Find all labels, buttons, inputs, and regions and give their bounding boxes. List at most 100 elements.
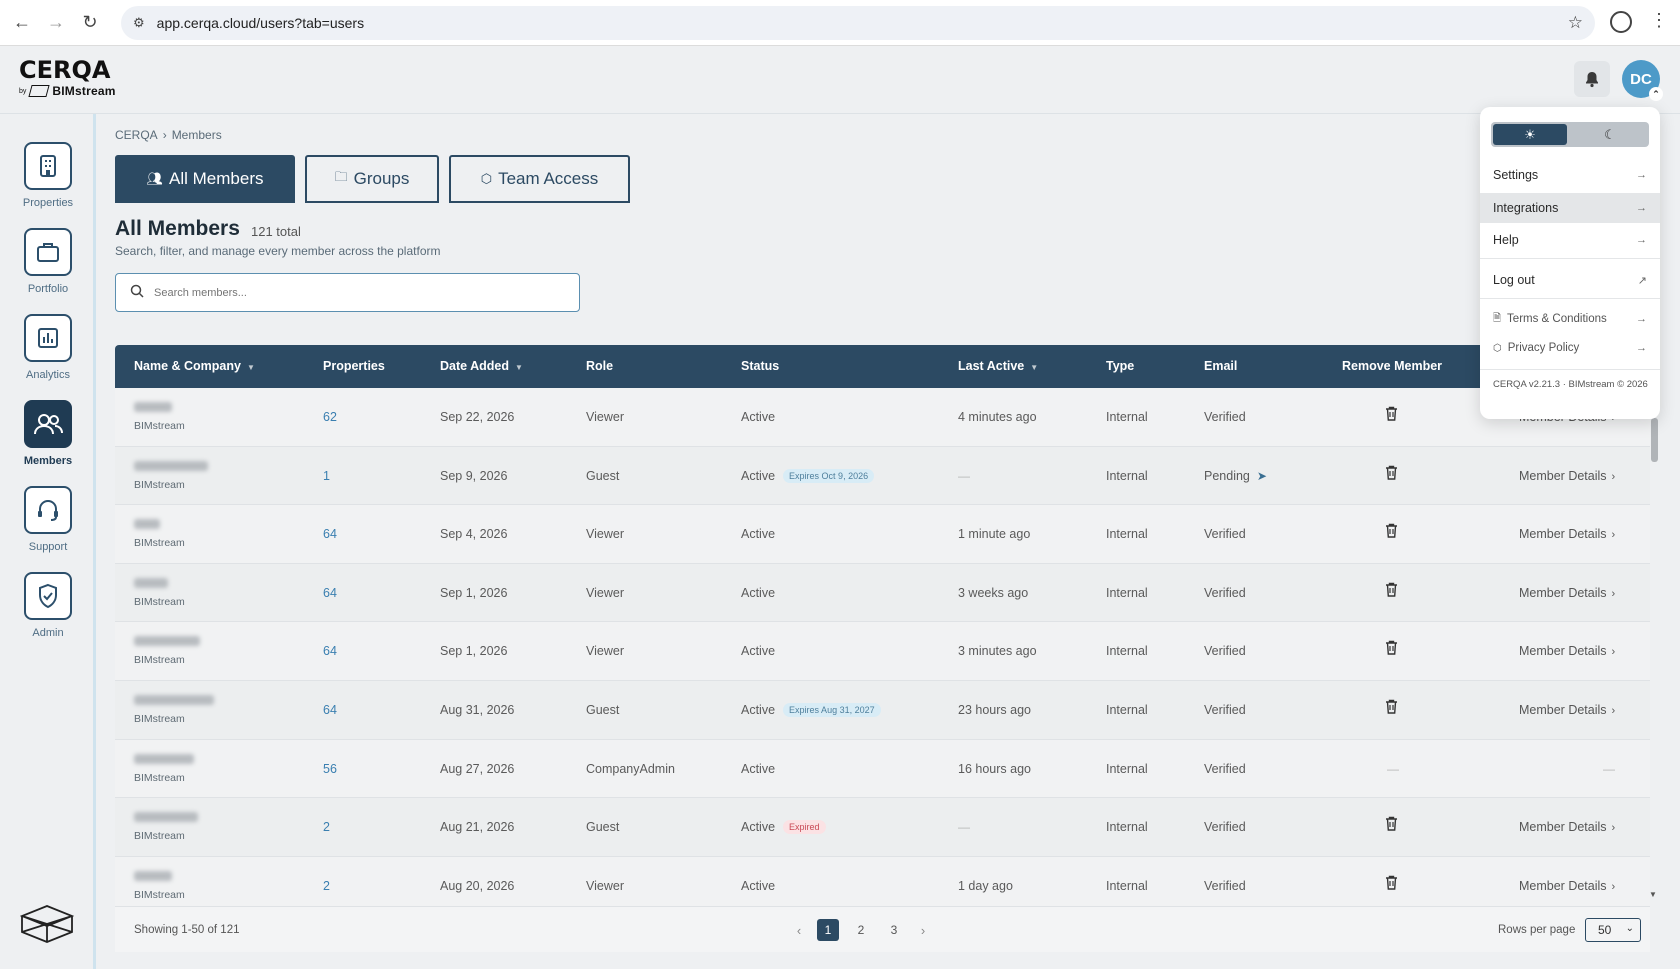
page-button[interactable]: 2 [850,919,872,941]
table-row[interactable]: BIMstream 64 Aug 31, 2026 Guest Active Expire… [115,680,1650,740]
trash-icon[interactable] [1385,523,1398,542]
site-info-icon[interactable]: ⚙ [133,15,145,31]
email-status-text: Verified [1204,527,1246,542]
sidebar-item-admin[interactable]: Admin [0,572,96,639]
table-row[interactable]: BIMstream 1 Sep 9, 2026 Guest Active Expires … [115,446,1650,506]
chevron-down-icon: ⌄ [1625,923,1634,934]
scroll-down-arrow-icon[interactable]: ▼ [1649,890,1657,899]
trash-icon[interactable] [1385,699,1398,718]
member-company: BIMstream [134,888,185,901]
member-properties-link[interactable]: 2 [323,820,330,834]
member-type: Internal [1106,761,1148,776]
trash-icon[interactable] [1385,582,1398,601]
member-details-link[interactable]: Member Details › [1519,527,1615,541]
page-button[interactable]: 1 [817,919,839,941]
chevron-right-icon: › [1611,822,1616,835]
sidebar-item-members[interactable]: Members [0,400,96,467]
search-input[interactable] [154,286,554,299]
sidebar-item-support[interactable]: Support [0,486,96,553]
next-page-button[interactable]: › [916,919,930,941]
table-body: BIMstream 62 Sep 22, 2026 Viewer Active 4 min… [115,388,1650,916]
menu-label: Integrations [1493,201,1559,215]
table-row[interactable]: BIMstream 64 Sep 1, 2026 Viewer Active 3 week… [115,563,1650,623]
trash-icon[interactable] [1385,816,1398,835]
column-header-name[interactable]: Name & Company ▼ [134,359,255,373]
status-text: Active [741,527,776,542]
table-row[interactable]: BIMstream 56 Aug 27, 2026 CompanyAdmin Activ… [115,739,1650,799]
tab-team-access[interactable]: ⬡ Team Access [449,155,630,203]
table-row[interactable]: BIMstream 62 Sep 22, 2026 Viewer Active 4 min… [115,388,1650,447]
reload-icon[interactable]: ↻ [78,11,102,35]
member-details-link[interactable]: Member Details › [1519,469,1615,483]
menu-item-terms[interactable]: 🗎 Terms & Conditions → [1480,304,1660,334]
table-row[interactable]: BIMstream 2 Aug 21, 2026 Guest Active Expired… [115,798,1650,857]
member-properties-link[interactable]: 64 [323,586,337,600]
trash-icon[interactable] [1385,875,1398,894]
member-role: Viewer [586,585,624,600]
member-properties-link[interactable]: 64 [323,527,337,541]
column-header-remove-member: Remove Member [1342,359,1443,373]
redacted-name [134,870,172,881]
trash-icon[interactable] [1385,465,1398,484]
bookmark-star-icon[interactable]: ☆ [1568,13,1583,33]
trash-icon[interactable] [1385,406,1398,425]
breadcrumb-root[interactable]: CERQA [115,128,158,142]
member-properties-link[interactable]: 64 [323,703,337,717]
member-details-link[interactable]: Member Details › [1519,703,1615,717]
member-details-link[interactable]: Member Details › [1519,820,1615,834]
trash-icon[interactable] [1385,640,1398,659]
member-properties-link[interactable]: 64 [323,644,337,658]
browser-profile-icon[interactable] [1610,11,1632,33]
menu-item-help[interactable]: Help → [1480,225,1660,255]
resend-invite-icon[interactable]: ➤ [1257,469,1267,483]
menu-divider [1480,258,1660,259]
member-last-active: 1 day ago [958,878,1013,893]
tab-groups[interactable]: 🗀 Groups [305,155,439,203]
document-icon: 🗎 [1493,312,1502,324]
member-properties-link[interactable]: 62 [323,410,337,424]
sidebar-label-admin: Admin [32,627,64,639]
column-header-last-active[interactable]: Last Active ▼ [958,359,1038,373]
member-properties-link[interactable]: 1 [323,469,330,483]
scrollbar-thumb[interactable] [1651,418,1658,462]
browser-menu-icon[interactable]: ⋮ [1650,10,1668,31]
status-text: Active [741,410,776,424]
details-label: Member Details [1519,878,1607,893]
users-icon [24,400,72,448]
previous-page-button[interactable]: ‹ [792,919,806,941]
url-text[interactable]: app.cerqa.cloud/users?tab=users [157,15,364,31]
status-text: Active [741,820,776,835]
menu-item-integrations[interactable]: Integrations → [1480,193,1660,223]
member-details-link[interactable]: Member Details › [1519,586,1615,600]
details-label: Member Details [1519,468,1607,483]
column-header-date-added[interactable]: Date Added ▼ [440,359,523,373]
forward-arrow-icon[interactable]: → [44,11,68,35]
dark-theme-button[interactable]: ☾ [1573,124,1647,145]
menu-item-log-out[interactable]: Log out ↗ [1480,265,1660,295]
notifications-button[interactable] [1574,61,1610,97]
table-row[interactable]: BIMstream 64 Sep 4, 2026 Viewer Active 1 minu… [115,505,1650,564]
sidebar-item-analytics[interactable]: Analytics [0,314,96,381]
table-row[interactable]: BIMstream 64 Sep 1, 2026 Viewer Active 3 minu… [115,622,1650,681]
member-properties-link[interactable]: 2 [323,879,330,893]
member-details-link[interactable]: Member Details › [1519,879,1615,893]
light-theme-button[interactable]: ☀ [1493,124,1567,145]
member-type: Internal [1106,820,1148,835]
rows-per-page-select[interactable]: 50 ⌄ [1585,918,1641,942]
user-avatar[interactable]: DC ⌃ [1622,60,1663,101]
member-role: Viewer [586,878,624,893]
menu-item-settings[interactable]: Settings → [1480,160,1660,190]
member-details-link[interactable]: Member Details › [1519,644,1615,658]
sidebar-item-portfolio[interactable]: Portfolio [0,228,96,295]
back-arrow-icon[interactable]: ← [10,11,34,35]
search-box[interactable] [115,273,580,312]
shield-small-icon: ⬡ [480,171,493,186]
member-properties-link[interactable]: 56 [323,762,337,776]
menu-item-privacy-policy[interactable]: ⬡ Privacy Policy → [1480,333,1660,363]
member-date-added: Sep 22, 2026 [440,410,515,424]
cerqa-logo[interactable]: CERQA by BIMstream [19,58,116,98]
sidebar-item-properties[interactable]: Properties [0,142,96,209]
address-bar[interactable]: ⚙ app.cerqa.cloud/users?tab=users ☆ [121,6,1595,40]
tab-all-members[interactable]: 👥︎ All Members [115,155,295,203]
page-button[interactable]: 3 [883,919,905,941]
